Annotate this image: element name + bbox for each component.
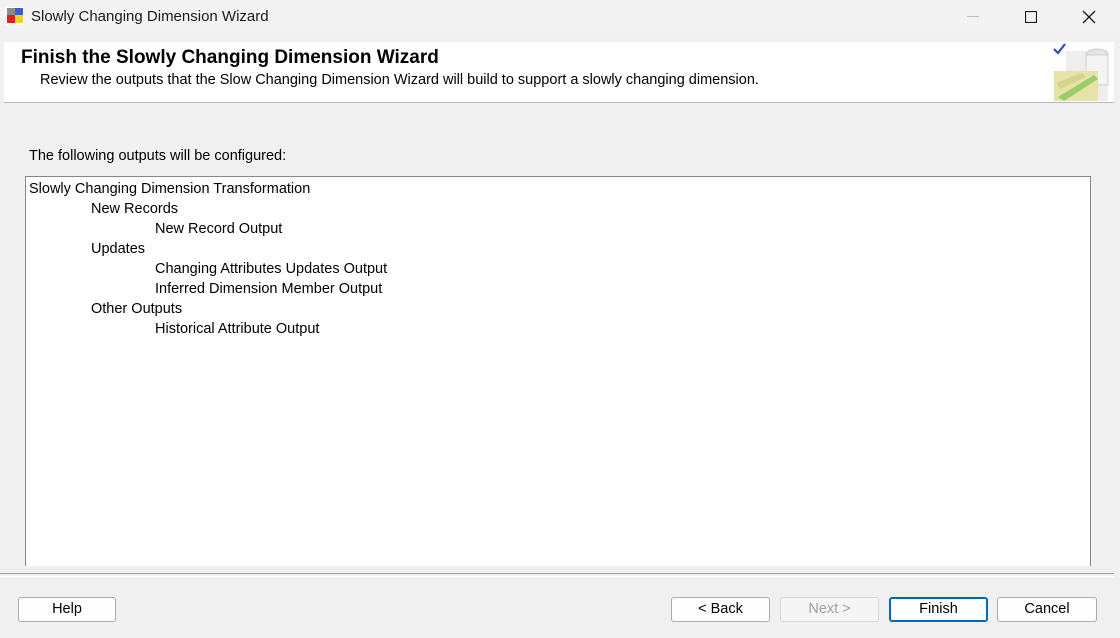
page-subtitle: Review the outputs that the Slow Changin…: [40, 72, 759, 88]
finish-button[interactable]: Finish: [889, 597, 988, 622]
cancel-button[interactable]: Cancel: [997, 597, 1097, 622]
help-button[interactable]: Help: [18, 597, 116, 622]
tree-item-changing-attributes-output: Changing Attributes Updates Output: [155, 261, 388, 277]
footer-separator: [0, 573, 1114, 577]
outputs-label: The following outputs will be configured…: [29, 148, 287, 164]
window-title: Slowly Changing Dimension Wizard: [31, 8, 269, 25]
back-button[interactable]: < Back: [671, 597, 770, 622]
outputs-tree-box[interactable]: Slowly Changing Dimension Transformation…: [25, 176, 1091, 566]
maximize-icon: [1025, 11, 1037, 23]
close-button[interactable]: [1060, 0, 1118, 34]
tree-item-historical-attribute-output: Historical Attribute Output: [155, 321, 320, 337]
close-icon: [1082, 10, 1096, 24]
minimize-icon: [967, 16, 979, 17]
app-icon: [6, 7, 24, 25]
maximize-button[interactable]: [1002, 0, 1060, 34]
tree-item-inferred-member-output: Inferred Dimension Member Output: [155, 281, 383, 297]
tree-group-other-outputs: Other Outputs: [91, 301, 183, 317]
tree-group-new-records: New Records: [91, 201, 179, 217]
page-title: Finish the Slowly Changing Dimension Wiz…: [21, 47, 439, 68]
next-button[interactable]: Next >: [780, 597, 879, 622]
tree-item-new-record-output: New Record Output: [155, 221, 283, 237]
wizard-checkmark-icon: [1053, 43, 1109, 101]
tree-group-updates: Updates: [91, 241, 146, 257]
wizard-header: Finish the Slowly Changing Dimension Wiz…: [4, 42, 1114, 103]
tree-root: Slowly Changing Dimension Transformation: [29, 181, 311, 197]
title-bar: Slowly Changing Dimension Wizard: [0, 0, 1120, 34]
minimize-button[interactable]: [944, 0, 1002, 34]
